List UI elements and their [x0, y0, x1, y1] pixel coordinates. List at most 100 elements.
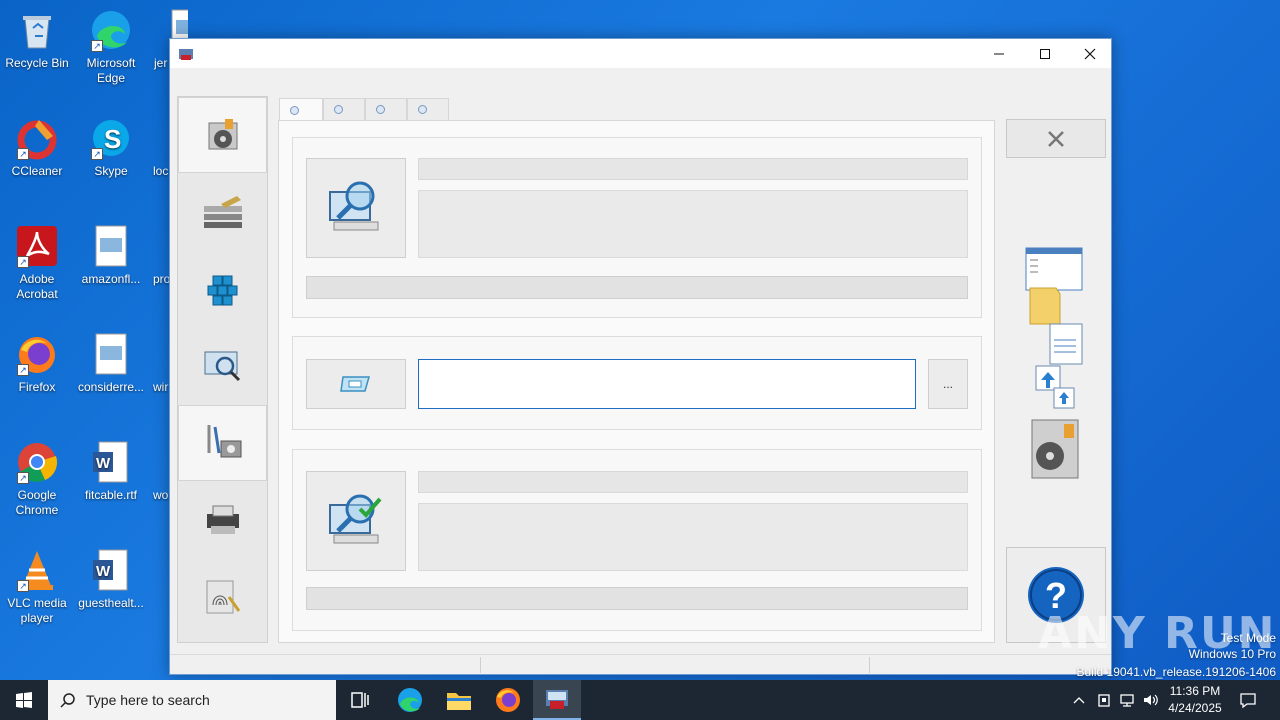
- firefox-icon: [496, 688, 520, 712]
- notification-icon: [1240, 693, 1256, 708]
- action-center-button[interactable]: [1232, 680, 1264, 720]
- sidebar-item-fingerprint[interactable]: [178, 559, 267, 635]
- minimize-icon: [994, 53, 1004, 54]
- desktop-icon-wo[interactable]: wo: [148, 440, 170, 503]
- browse-button[interactable]: ...: [928, 359, 968, 409]
- app-icon: [546, 690, 568, 709]
- source-group: [292, 137, 982, 318]
- radio-dot-icon: [376, 105, 385, 114]
- tab-1[interactable]: [279, 98, 323, 121]
- maximize-button[interactable]: [1022, 39, 1068, 68]
- tab-3[interactable]: [365, 98, 407, 120]
- close-x-icon: [1048, 130, 1064, 147]
- taskbar-app-button[interactable]: [533, 680, 581, 720]
- maximize-icon: [1040, 48, 1050, 59]
- chrome-icon: ↗: [15, 440, 59, 484]
- fingerprint-key-icon: [206, 580, 240, 614]
- sidebar-item-printer[interactable]: [178, 482, 267, 558]
- desktop-icon-recycle-bin[interactable]: Recycle Bin: [0, 8, 74, 71]
- folder-icon: [447, 693, 471, 710]
- file-icon: [148, 224, 170, 268]
- desktop-icon-fitcable[interactable]: W fitcable.rtf: [74, 440, 148, 503]
- minimize-button[interactable]: [976, 39, 1022, 68]
- sidebar-item-drives[interactable]: [178, 174, 267, 250]
- desktop-icon-edge[interactable]: ↗ Microsoft Edge: [74, 8, 148, 86]
- vlc-icon: ↗: [15, 548, 59, 592]
- search-icon: [60, 693, 75, 708]
- desktop-icon-guesthealt[interactable]: W guesthealt...: [74, 548, 148, 611]
- tab-4[interactable]: [407, 98, 449, 120]
- sidebar-item-registry[interactable]: [178, 251, 267, 327]
- task-view-button[interactable]: [336, 680, 384, 720]
- source-description-area: [418, 190, 968, 258]
- desktop-icon-google-chrome[interactable]: ↗ Google Chrome: [0, 440, 74, 518]
- tab-2[interactable]: [323, 98, 365, 120]
- task-view-icon: [351, 692, 369, 708]
- radio-dot-icon: [418, 105, 427, 114]
- drive-icon: [340, 376, 370, 392]
- file-icon: [148, 116, 170, 160]
- tools-icon: [207, 425, 241, 458]
- tray-volume-button[interactable]: [1140, 680, 1162, 720]
- desktop-icon-vlc[interactable]: ↗ VLC media player: [0, 548, 74, 626]
- skype-icon: S ↗: [89, 116, 133, 160]
- taskbar-explorer-button[interactable]: [435, 680, 483, 720]
- taskbar-clock[interactable]: 11:36 PM 4/24/2025: [1160, 683, 1230, 717]
- desktop-icon-wir[interactable]: wir: [148, 332, 170, 395]
- status-bar: [170, 654, 1111, 674]
- desktop-icon-firefox[interactable]: ↗ Firefox: [0, 332, 74, 395]
- windows-logo-icon: [16, 692, 32, 708]
- sidebar-item-scan[interactable]: [178, 328, 267, 404]
- computer-check-icon: [329, 494, 382, 544]
- desktop-icon-pro[interactable]: pro: [148, 224, 170, 287]
- chevron-up-icon: [1073, 697, 1085, 704]
- sidebar-item-tools[interactable]: [178, 405, 267, 481]
- source-title-field: [418, 158, 968, 180]
- file-icon: [148, 440, 170, 484]
- start-button[interactable]: [0, 680, 48, 720]
- title-bar[interactable]: [170, 39, 1111, 68]
- build-label: Build 19041.vb_release.191206-1406: [1076, 665, 1277, 679]
- firefox-icon: ↗: [15, 332, 59, 376]
- target-group: [292, 449, 982, 631]
- desktop-icon-loc[interactable]: loc: [148, 116, 170, 179]
- browse-label: ...: [942, 377, 953, 391]
- sidebar-item-backup[interactable]: [178, 97, 267, 173]
- taskbar-edge-button[interactable]: [386, 680, 434, 720]
- word-file-icon: W: [89, 440, 133, 484]
- registry-cubes-icon: [207, 275, 237, 306]
- app-icon: [179, 49, 193, 60]
- path-input[interactable]: [418, 359, 916, 409]
- show-hidden-icons-button[interactable]: [1068, 680, 1090, 720]
- source-computer-button[interactable]: [306, 158, 406, 258]
- backup-disk-icon: [208, 119, 237, 150]
- tray-usb-button[interactable]: [1093, 680, 1115, 720]
- source-progress-bar: [306, 276, 968, 299]
- taskbar-firefox-button[interactable]: [484, 680, 532, 720]
- tray-network-button[interactable]: [1116, 680, 1138, 720]
- backup-illustration-icon: [1025, 247, 1083, 479]
- acrobat-icon: ↗: [15, 224, 59, 268]
- taskbar: Type here to search 11:36 PM 4/24/2025: [0, 680, 1280, 720]
- desktop-icon-adobe-acrobat[interactable]: ↗ Adobe Acrobat: [0, 224, 74, 302]
- anyrun-watermark: ANY RUN: [1038, 608, 1277, 659]
- desktop-icon-skype[interactable]: S ↗ Skype: [74, 116, 148, 179]
- desktop-icon-considerre[interactable]: considerre...: [74, 332, 148, 395]
- target-computer-button[interactable]: [306, 471, 406, 571]
- desktop-icon-amazonfl[interactable]: amazonfl...: [74, 224, 148, 287]
- scan-magnifier-icon: [204, 351, 240, 382]
- close-button[interactable]: [1067, 39, 1113, 68]
- edge-icon: ↗: [89, 8, 133, 52]
- taskbar-search-box[interactable]: Type here to search: [48, 680, 336, 720]
- clock-date: 4/24/2025: [1168, 701, 1222, 715]
- target-description-area: [418, 503, 968, 571]
- computer-search-icon: [329, 181, 379, 231]
- target-progress-bar: [306, 587, 968, 610]
- svg-text:S: S: [104, 124, 121, 154]
- path-group: ...: [292, 336, 982, 430]
- tab-strip: [279, 98, 449, 121]
- desktop-icon-ccleaner[interactable]: ↗ CCleaner: [0, 116, 74, 179]
- path-action-button[interactable]: [306, 359, 406, 409]
- stacked-drives-icon: [203, 196, 242, 228]
- cancel-button[interactable]: [1006, 119, 1106, 158]
